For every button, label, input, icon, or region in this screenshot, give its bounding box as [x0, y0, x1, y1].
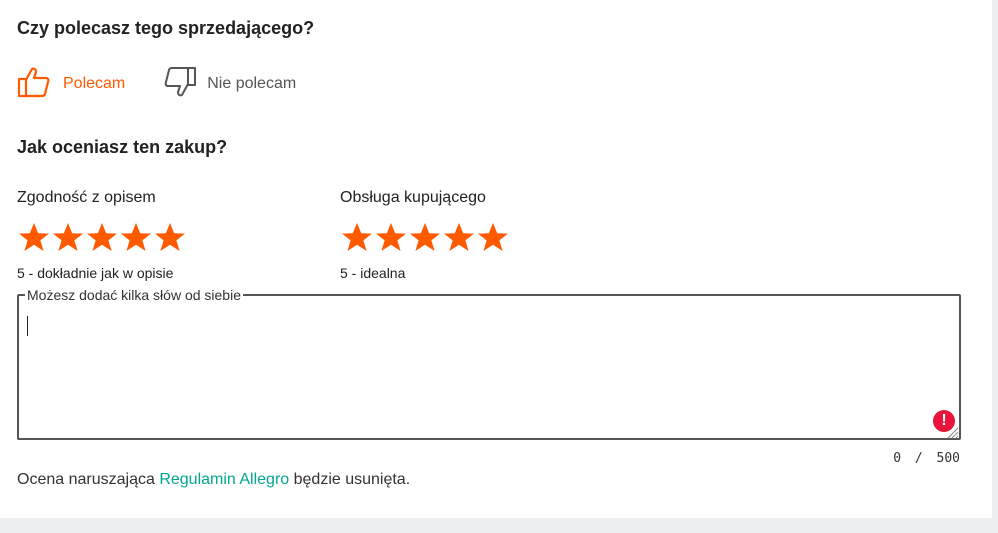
- star-icon[interactable]: [408, 221, 442, 255]
- star-icon[interactable]: [51, 221, 85, 255]
- thumb-up-icon: [17, 66, 51, 103]
- star-icon[interactable]: [442, 221, 476, 255]
- star-icon[interactable]: [17, 221, 51, 255]
- rating-title: Obsługa kupującego: [340, 189, 486, 206]
- counter-separator: /: [914, 451, 923, 466]
- terms-link[interactable]: Regulamin Allegro: [159, 471, 289, 488]
- star-icon[interactable]: [340, 221, 374, 255]
- character-limit: 500: [936, 451, 960, 466]
- terms-note-suffix: będzie usunięta.: [289, 471, 411, 488]
- terms-note: Ocena naruszająca Regulamin Allegro będz…: [17, 471, 410, 489]
- rating-description-accuracy: Zgodność z opisem 5 - dokładnie jak w op…: [17, 189, 187, 281]
- resize-handle-icon[interactable]: [947, 426, 959, 439]
- recommend-yes-label: Polecam: [63, 75, 126, 92]
- rating-buyer-service: Obsługa kupującego 5 - idealna: [340, 189, 510, 281]
- recommend-yes-button[interactable]: Polecam: [17, 66, 125, 103]
- character-count: 0: [893, 451, 902, 466]
- star-icon[interactable]: [119, 221, 153, 255]
- rating-heading: Jak oceniasz ten zakup?: [17, 137, 228, 157]
- review-form-card: Czy polecasz tego sprzedającego? Polecam…: [0, 0, 992, 518]
- rating-title: Zgodność z opisem: [17, 189, 156, 206]
- terms-note-prefix: Ocena naruszająca: [17, 471, 160, 488]
- character-counter: 0 / 500: [893, 451, 960, 466]
- star-icon[interactable]: [476, 221, 510, 255]
- recommend-heading: Czy polecasz tego sprzedającego?: [17, 18, 315, 38]
- comment-field[interactable]: Możesz dodać kilka słów od siebie !: [17, 288, 961, 440]
- star-icon[interactable]: [85, 221, 119, 255]
- rating-value-text: 5 - idealna: [340, 265, 406, 281]
- recommend-no-label: Nie polecam: [207, 75, 297, 92]
- star-rating: [340, 221, 510, 255]
- recommend-options: Polecam Nie polecam: [17, 66, 296, 102]
- recommend-no-button[interactable]: Nie polecam: [163, 66, 296, 103]
- star-icon[interactable]: [153, 221, 187, 255]
- star-icon[interactable]: [374, 221, 408, 255]
- rating-value-text: 5 - dokładnie jak w opisie: [17, 265, 174, 281]
- thumb-down-icon: [163, 66, 197, 103]
- star-rating: [17, 221, 187, 255]
- text-cursor: [27, 316, 28, 336]
- comment-legend: Możesz dodać kilka słów od siebie: [27, 287, 241, 303]
